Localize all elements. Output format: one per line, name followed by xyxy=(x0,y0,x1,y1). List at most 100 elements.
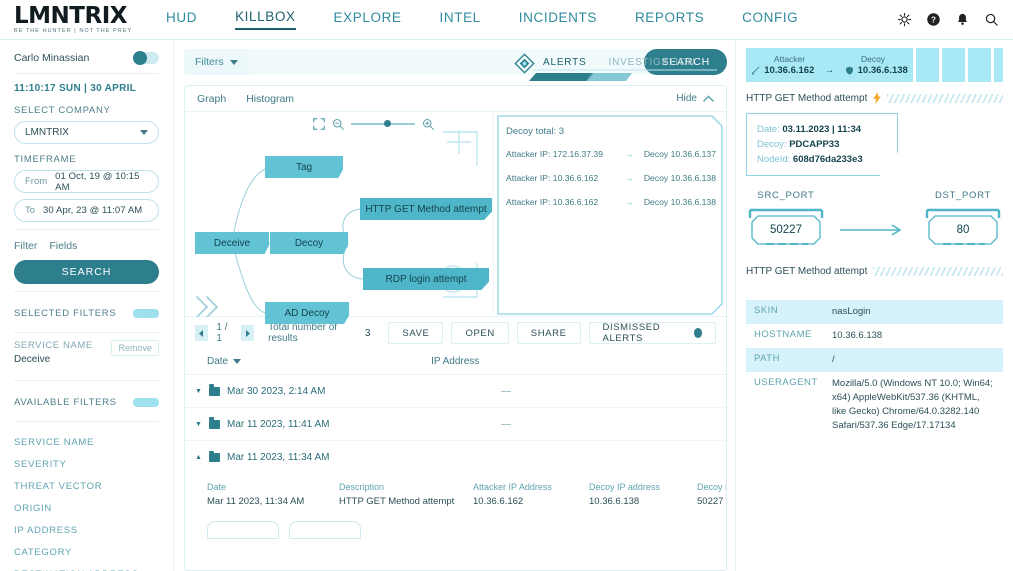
table-row[interactable]: ▼ Mar 11 2023, 11:41 AM — xyxy=(185,408,726,441)
filters-label: Filters xyxy=(195,56,224,68)
fullscreen-icon[interactable] xyxy=(313,118,325,130)
filter-threat-vector[interactable]: THREAT VECTOR xyxy=(14,475,159,497)
attribute-value: / xyxy=(832,353,995,367)
remove-filter-button[interactable]: Remove xyxy=(111,340,159,356)
decoy-panel-frame xyxy=(494,112,726,317)
filter-category[interactable]: CATEGORY xyxy=(14,541,159,563)
graph-node-decoy[interactable]: Decoy xyxy=(270,232,348,254)
prev-page-button[interactable] xyxy=(195,325,208,341)
available-filters-badge[interactable] xyxy=(133,398,159,407)
gear-icon[interactable] xyxy=(897,12,912,27)
sidebar-search-button[interactable]: SEARCH xyxy=(14,260,159,284)
port-flow-diagram: SRC_PORT 50227 xyxy=(746,176,1003,254)
dismissed-alerts-toggle[interactable]: DISMISSED ALERTS xyxy=(589,322,716,344)
tab-filter[interactable]: Filter xyxy=(14,240,37,252)
sidebar-divider-2 xyxy=(14,291,159,292)
row-date: Mar 11 2023, 11:41 AM xyxy=(227,419,329,430)
dst-port-box: 80 xyxy=(923,206,1003,254)
expand-caret-icon[interactable]: ▼ xyxy=(195,421,209,428)
tab-alerts[interactable]: ALERTS xyxy=(543,57,587,68)
folder-icon xyxy=(209,420,220,429)
save-button[interactable]: SAVE xyxy=(388,322,443,344)
detail-attacker-ip-value: 10.36.6.162 xyxy=(473,496,589,507)
help-icon[interactable]: ? xyxy=(926,12,941,27)
detail-tab-2[interactable] xyxy=(289,521,361,539)
table-row[interactable]: ▼ Mar 30 2023, 2:14 AM — xyxy=(185,375,726,408)
user-row: Carlo Minassian xyxy=(14,48,159,74)
attribute-row-useragent: USERAGENT Mozilla/5.0 (Windows NT 10.0; … xyxy=(746,372,1003,438)
filter-ip-address[interactable]: IP ADDRESS xyxy=(14,519,159,541)
panel-header: Graph Histogram Hide xyxy=(185,86,726,112)
brand-logo[interactable]: LMNTRIX BE THE HUNTER | NOT THE PREY xyxy=(0,6,166,34)
next-page-button[interactable] xyxy=(241,325,254,341)
selected-filters-badge[interactable] xyxy=(133,309,159,318)
available-filters-list: SERVICE NAME SEVERITY THREAT VECTOR ORIG… xyxy=(14,429,159,571)
detail-tab-1[interactable] xyxy=(207,521,279,539)
nav-item-killbox[interactable]: KILLBOX xyxy=(235,9,295,30)
decoy-row[interactable]: Attacker IP: 10.36.6.162 → Decoy 10.36.6… xyxy=(506,173,716,183)
graph-node-ad-decoy[interactable]: AD Decoy xyxy=(265,302,349,324)
collapse-caret-icon[interactable]: ▲ xyxy=(195,454,209,461)
timeframe-to[interactable]: To 30 Apr, 23 @ 11:07 AM xyxy=(14,199,159,222)
arrow-icon: → xyxy=(825,65,835,76)
sort-caret-icon xyxy=(233,359,241,364)
hide-panel-button[interactable]: Hide xyxy=(676,93,714,104)
decoy-row[interactable]: Attacker IP: 172.16.37.39 → Decoy 10.36.… xyxy=(506,149,716,159)
column-date[interactable]: Date xyxy=(207,356,241,367)
graph-node-deceive[interactable]: Deceive xyxy=(195,232,269,254)
filter-service-name[interactable]: SERVICE NAME xyxy=(14,431,159,453)
detail-subtitle: HTTP GET Method attempt xyxy=(746,266,867,277)
selected-filter-name: SERVICE NAME xyxy=(14,340,93,351)
nav-item-reports[interactable]: REPORTS xyxy=(635,10,704,29)
decoy-ip-group: 10.36.6.138 xyxy=(845,65,908,76)
bell-icon[interactable] xyxy=(955,12,970,27)
zoom-in-icon[interactable] xyxy=(422,118,434,130)
share-button[interactable]: SHARE xyxy=(517,322,581,344)
company-select[interactable]: LMNTRIX xyxy=(14,121,159,144)
open-button[interactable]: OPEN xyxy=(451,322,508,344)
svg-text:?: ? xyxy=(931,16,936,25)
filters-dropdown[interactable]: Filters xyxy=(184,49,249,75)
decoy-row[interactable]: Attacker IP: 10.36.6.162 → Decoy 10.36.6… xyxy=(506,197,716,207)
tab-histogram[interactable]: Histogram xyxy=(246,93,294,105)
zoom-out-icon[interactable] xyxy=(332,118,344,130)
graph-node-http-get[interactable]: HTTP GET Method attempt xyxy=(360,198,492,220)
timeframe-from[interactable]: From 01 Oct, 19 @ 10:15 AM xyxy=(14,170,159,193)
zoom-slider-handle[interactable] xyxy=(384,120,391,127)
placeholder-block xyxy=(916,48,939,82)
tooltip-decoy-key: Decoy: xyxy=(757,139,787,150)
attribute-value: Mozilla/5.0 (Windows NT 10.0; Win64; x64… xyxy=(832,377,995,433)
placeholder-block xyxy=(994,48,1003,82)
dst-port-value: 80 xyxy=(957,224,970,236)
nav-item-incidents[interactable]: INCIDENTS xyxy=(519,10,597,29)
graph-canvas[interactable]: Deceive Tag Decoy AD Decoy HTTP GET Meth… xyxy=(185,112,494,316)
nav-item-hud[interactable]: HUD xyxy=(166,10,197,29)
nav-item-intel[interactable]: INTEL xyxy=(440,10,481,29)
search-icon[interactable] xyxy=(984,12,999,27)
decoy-ip: Decoy 10.36.6.138 xyxy=(644,197,716,207)
table-row[interactable]: ▲ Mar 11 2023, 11:34 AM xyxy=(185,441,726,474)
filter-origin[interactable]: ORIGIN xyxy=(14,497,159,519)
from-key: From xyxy=(25,176,47,187)
graph-node-tag[interactable]: Tag xyxy=(265,156,343,178)
detail-description-value: HTTP GET Method attempt xyxy=(339,496,473,507)
tab-investigation[interactable]: INVESTIGATION xyxy=(609,57,696,68)
filter-severity[interactable]: SEVERITY xyxy=(14,453,159,475)
graph-node-rdp-login[interactable]: RDP login attempt xyxy=(363,268,489,290)
row-date: Mar 30 2023, 2:14 AM xyxy=(227,386,325,397)
folder-icon xyxy=(209,387,220,396)
attacker-label: Attacker xyxy=(774,54,805,64)
nav-item-explore[interactable]: EXPLORE xyxy=(334,10,402,29)
expand-caret-icon[interactable]: ▼ xyxy=(195,388,209,395)
sidebar: Carlo Minassian 11:10:17 SUN | 30 APRIL … xyxy=(0,40,174,571)
filter-destination-address[interactable]: DESTINATION ADDRESS xyxy=(14,563,159,571)
decoy-total: Decoy total: 3 xyxy=(506,126,716,137)
zoom-slider[interactable] xyxy=(351,123,415,125)
detail-columns: Date Mar 11 2023, 11:34 AM Description H… xyxy=(207,482,716,507)
attribute-key: HOSTNAME xyxy=(754,329,832,343)
folder-icon xyxy=(209,453,220,462)
user-toggle[interactable] xyxy=(133,52,159,64)
tab-graph[interactable]: Graph xyxy=(197,93,226,105)
tab-fields[interactable]: Fields xyxy=(49,240,77,252)
nav-item-config[interactable]: CONFIG xyxy=(742,10,798,29)
